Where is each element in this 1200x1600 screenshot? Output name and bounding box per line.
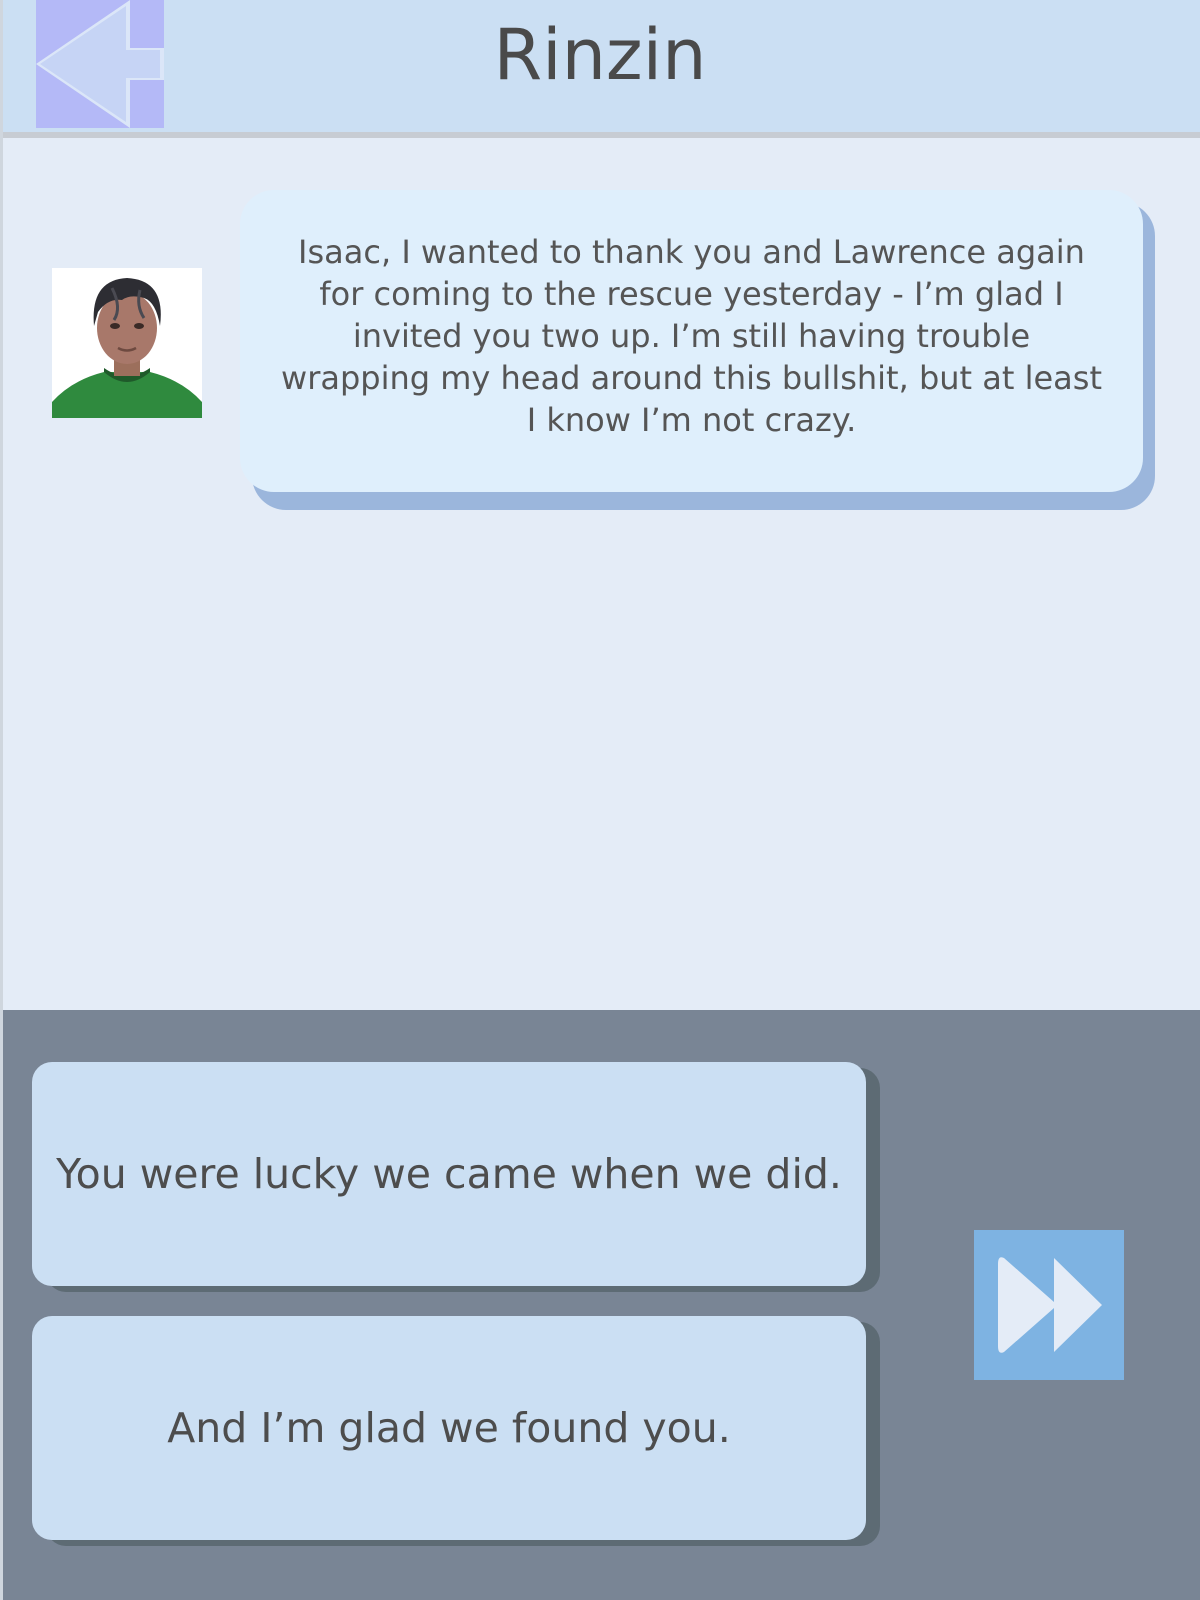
fast-forward-icon [998, 1257, 1102, 1353]
choice-label: You were lucky we came when we did. [56, 1150, 842, 1198]
window-left-edge [0, 0, 3, 1600]
choice-label: And I’m glad we found you. [167, 1404, 731, 1452]
skip-button[interactable] [974, 1230, 1124, 1380]
character-portrait [52, 268, 202, 418]
header-bar: Rinzin [0, 0, 1200, 138]
avatar [52, 268, 202, 418]
message-area: Isaac, I wanted to thank you and Lawrenc… [0, 144, 1200, 1010]
choice-button-1[interactable]: You were lucky we came when we did. [32, 1062, 866, 1286]
page-title: Rinzin [493, 14, 707, 96]
message-text: Isaac, I wanted to thank you and Lawrenc… [281, 233, 1102, 439]
dialogue-screen: Rinzin Isaac, I wanted to thank you and … [0, 0, 1200, 1600]
message-bubble: Isaac, I wanted to thank you and Lawrenc… [240, 190, 1143, 492]
choice-button-2[interactable]: And I’m glad we found you. [32, 1316, 866, 1540]
choices-panel: You were lucky we came when we did. And … [0, 1010, 1200, 1600]
